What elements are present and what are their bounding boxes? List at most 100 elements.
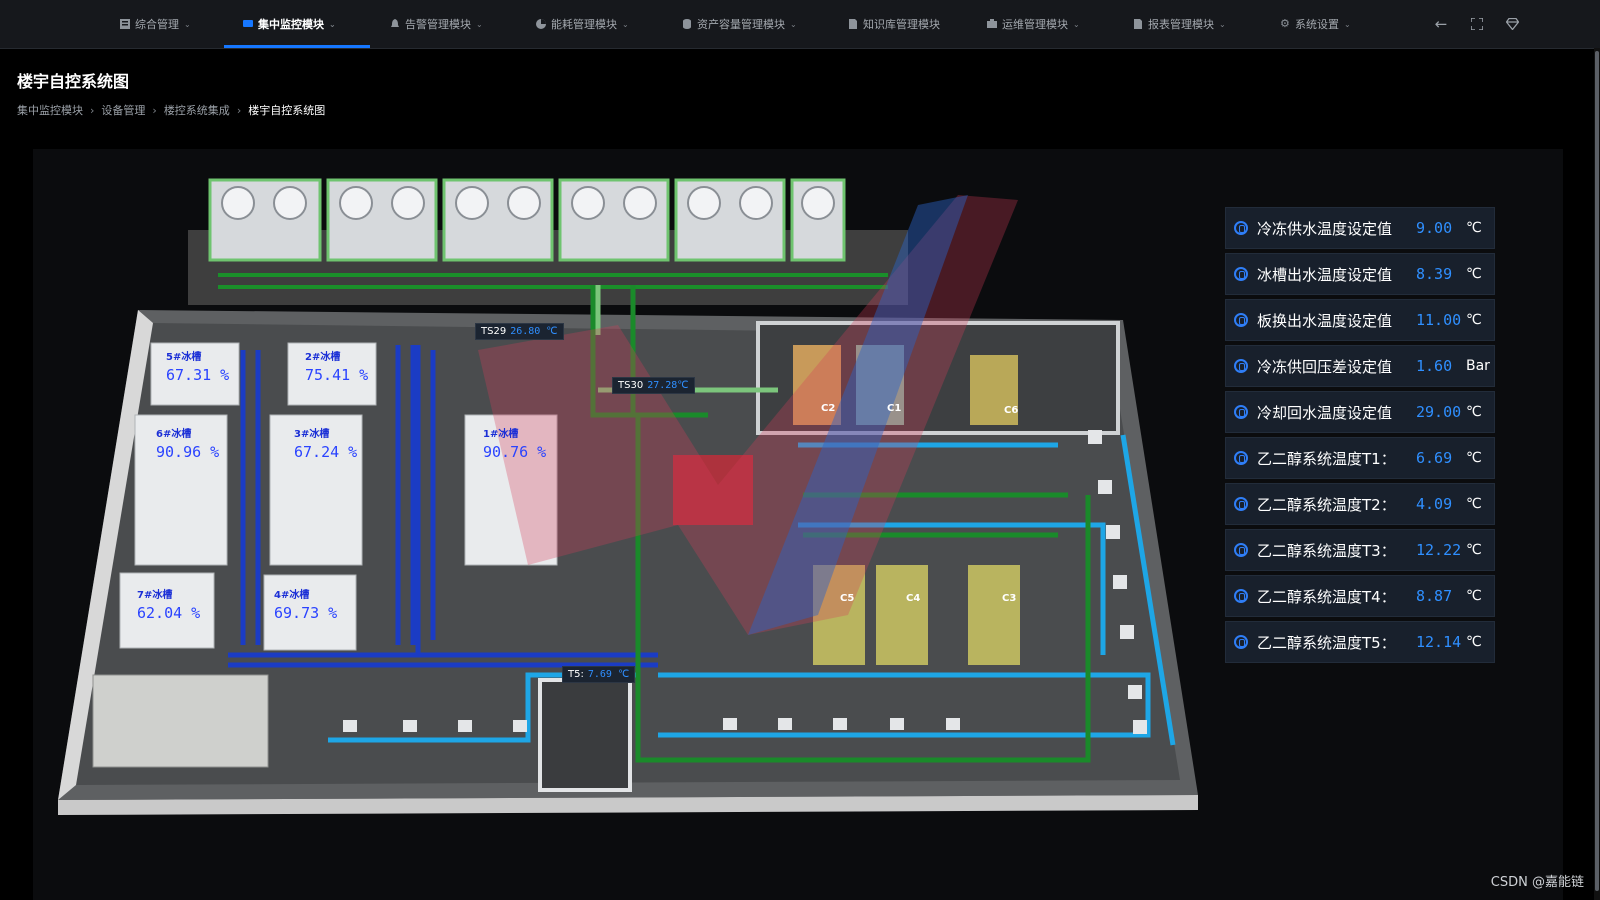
fan-icon (801, 186, 835, 220)
equipment-label[interactable]: C2 (821, 403, 835, 414)
setpoint-unit: ℃ (1466, 450, 1482, 466)
setpoint-value: 11.00 (1416, 311, 1462, 329)
page-title: 楼宇自控系统图 (17, 72, 130, 91)
setpoint-row[interactable]: 乙二醇系统温度T4： 8.87 ℃ (1225, 575, 1495, 617)
ice-tank-card[interactable]: 5#冰槽 67.31 % (166, 348, 229, 384)
ice-tank-card[interactable]: 6#冰槽 90.96 % (156, 425, 219, 461)
breadcrumb-item[interactable]: 楼控系统集成 (164, 104, 230, 117)
chevron-down-icon: ⌄ (1219, 19, 1226, 29)
fan-icon (739, 186, 773, 220)
setpoint-value: 9.00 (1416, 219, 1453, 237)
thermometer-icon (1234, 543, 1248, 557)
equipment-label[interactable]: C3 (1002, 593, 1016, 604)
equipment-label[interactable]: C1 (887, 403, 901, 414)
scrollbar[interactable] (1594, 48, 1600, 900)
scrollbar-thumb[interactable] (1595, 51, 1599, 891)
nav-item-reports[interactable]: 报表管理模块 ⌄ (1133, 0, 1226, 48)
fan-icon (687, 186, 721, 220)
tank-level: 69.73 % (274, 604, 338, 622)
pie-chart-icon (536, 19, 546, 29)
setpoint-row[interactable]: 冰槽出水温度设定值 8.39 ℃ (1225, 253, 1495, 295)
nav-label: 资产容量管理模块 (697, 18, 785, 31)
theme-button[interactable] (1501, 13, 1523, 35)
nav-item-operations[interactable]: 运维管理模块 ⌄ (987, 0, 1080, 48)
fan-icon (391, 186, 425, 220)
pump (1088, 430, 1102, 444)
briefcase-icon (987, 19, 997, 28)
chevron-down-icon: ⌄ (1073, 19, 1080, 29)
thermometer-icon (1234, 635, 1248, 649)
back-button[interactable]: ← (1430, 13, 1452, 35)
tank-level: 90.76 % (483, 443, 547, 461)
pump (946, 718, 960, 730)
nav-item-energy[interactable]: 能耗管理模块 ⌄ (536, 0, 629, 48)
fan-icon (623, 186, 657, 220)
expand-icon (1470, 17, 1484, 31)
tank-level: 67.31 % (166, 366, 230, 384)
breadcrumb-item[interactable]: 设备管理 (101, 104, 145, 117)
equipment-label[interactable]: C6 (1004, 405, 1018, 416)
nav-item-knowledge-base[interactable]: 知识库管理模块 (848, 0, 940, 48)
setpoint-row[interactable]: 冷却回水温度设定值 29.00 ℃ (1225, 391, 1495, 433)
nav-label: 综合管理 (135, 18, 179, 31)
nav-item-comprehensive[interactable]: 综合管理 ⌄ (120, 0, 191, 48)
sensor-tag[interactable]: TS30 27.28℃ (612, 377, 695, 394)
building-automation-diagram (58, 178, 1198, 815)
setpoint-unit: ℃ (1466, 404, 1482, 420)
fan-icon (571, 186, 605, 220)
setpoint-label: 乙二醇系统温度T4： (1257, 587, 1396, 606)
ice-tank-card[interactable]: 4#冰槽 69.73 % (274, 586, 337, 622)
chiller-unit (876, 565, 928, 665)
nav-label: 报表管理模块 (1148, 18, 1214, 31)
ice-tank-card[interactable]: 7#冰槽 62.04 % (137, 586, 200, 622)
ice-tank-card[interactable]: 3#冰槽 67.24 % (294, 425, 357, 461)
chevron-down-icon: ⌄ (476, 19, 483, 29)
thermometer-icon (1234, 497, 1248, 511)
ice-tank-card[interactable]: 2#冰槽 75.41 % (305, 348, 368, 384)
nav-item-alarm[interactable]: 告警管理模块 ⌄ (390, 0, 483, 48)
setpoint-row[interactable]: 乙二醇系统温度T5： 12.14 ℃ (1225, 621, 1495, 663)
air-handling-unit (92, 674, 269, 768)
setpoint-label: 冷却回水温度设定值 (1257, 403, 1393, 422)
sensor-value: 27.28℃ (647, 380, 689, 391)
pump (403, 720, 417, 732)
nav-label: 运维管理模块 (1002, 18, 1068, 31)
nav-item-asset-capacity[interactable]: 资产容量管理模块 ⌄ (682, 0, 797, 48)
nav-item-central-monitoring[interactable]: 集中监控模块 ⌄ (243, 0, 336, 48)
sensor-tag[interactable]: T5: 7.69 ℃ (562, 666, 636, 683)
equipment-label[interactable]: C5 (840, 593, 854, 604)
pump (723, 718, 737, 730)
setpoint-row[interactable]: 乙二醇系统温度T3： 12.22 ℃ (1225, 529, 1495, 571)
ice-tank-card[interactable]: 1#冰槽 90.76 % (483, 425, 546, 461)
pump (890, 718, 904, 730)
nav-label: 告警管理模块 (405, 18, 471, 31)
equipment-label[interactable]: C4 (906, 593, 920, 604)
tank-label: 3#冰槽 (294, 429, 330, 440)
nav-item-settings[interactable]: ⚙ 系统设置 ⌄ (1280, 0, 1351, 48)
setpoint-label: 冰槽出水温度设定值 (1257, 265, 1393, 284)
setpoint-row[interactable]: 乙二醇系统温度T1： 6.69 ℃ (1225, 437, 1495, 479)
breadcrumb-current: 楼宇自控系统图 (248, 104, 326, 117)
setpoint-row[interactable]: 乙二醇系统温度T2： 4.09 ℃ (1225, 483, 1495, 525)
pump (833, 718, 847, 730)
sensor-tag[interactable]: TS29 26.80 ℃ (475, 323, 564, 340)
thermometer-icon (1234, 221, 1248, 235)
pump (343, 720, 357, 732)
chevron-down-icon: ⌄ (329, 19, 336, 29)
setpoint-value: 29.00 (1416, 403, 1462, 421)
fullscreen-button[interactable] (1466, 13, 1488, 35)
sensor-value: 26.80 ℃ (510, 326, 558, 337)
pump (1113, 575, 1127, 589)
chevron-down-icon: ⌄ (184, 19, 191, 29)
setpoint-row[interactable]: 冷冻供水温度设定值 9.00 ℃ (1225, 207, 1495, 249)
chevron-right-icon: › (152, 104, 157, 117)
bell-icon (391, 19, 399, 27)
breadcrumb-item[interactable]: 集中监控模块 (17, 104, 83, 117)
setpoint-value: 8.39 (1416, 265, 1453, 283)
pump (1128, 685, 1142, 699)
setpoint-value: 4.09 (1416, 495, 1453, 513)
setpoint-row[interactable]: 冷冻供回压差设定值 1.60 Bar (1225, 345, 1495, 387)
setpoint-row[interactable]: 板换出水温度设定值 11.00 ℃ (1225, 299, 1495, 341)
active-tab-indicator (224, 45, 370, 48)
setpoint-value: 12.14 (1416, 633, 1462, 651)
